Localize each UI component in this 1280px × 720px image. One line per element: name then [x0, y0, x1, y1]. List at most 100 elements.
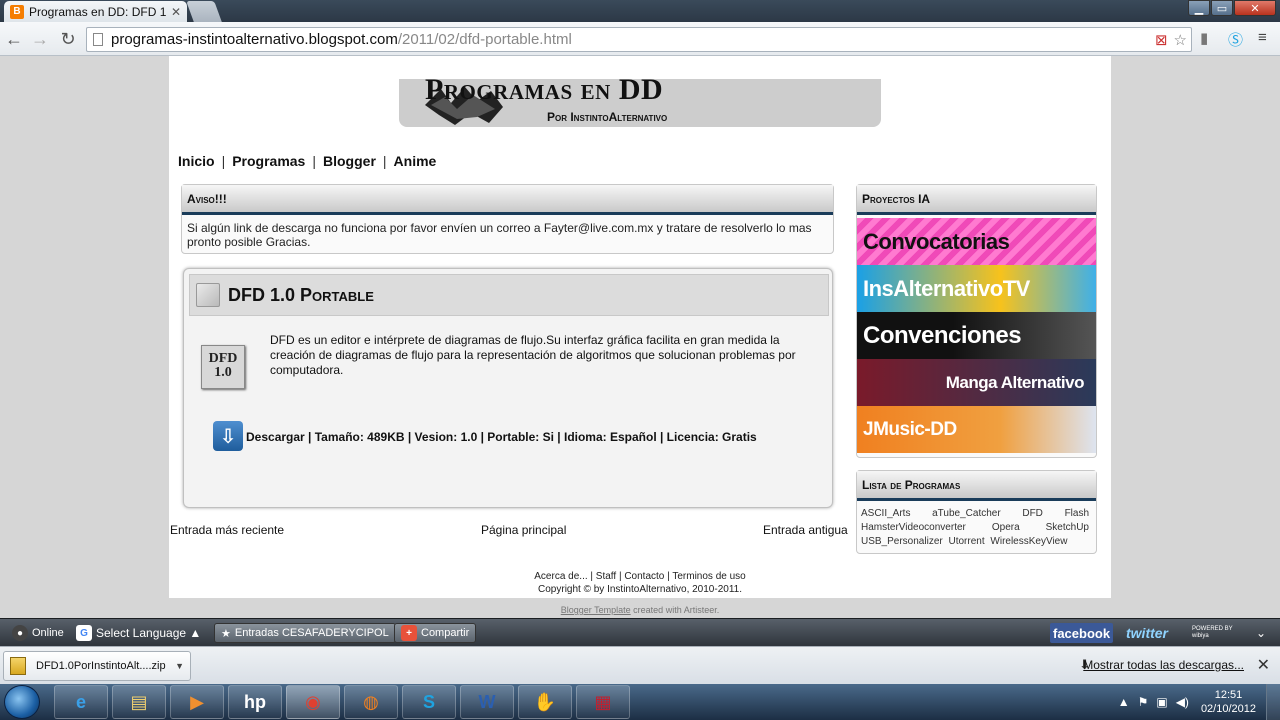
user-icon: ●	[12, 625, 28, 641]
entradas-button[interactable]: ★ Entradas CESAFADERYCIPOL	[214, 623, 396, 643]
toolbar-collapse-icon[interactable]: ⌄	[1256, 623, 1266, 643]
nav-blogger[interactable]: Blogger	[323, 153, 376, 169]
chevron-down-icon[interactable]: ▼	[175, 661, 184, 671]
program-link[interactable]: HamsterVideoconverter	[861, 522, 966, 533]
footer-contacto-link[interactable]: Contacto	[624, 571, 664, 582]
online-indicator[interactable]: ● Online	[12, 623, 64, 643]
url-path: /2011/02/dfd-portable.html	[397, 31, 572, 48]
word-icon[interactable]: W	[460, 685, 514, 719]
wibiya-toolbar: ● Online G Select Language ▲ ★ Entradas …	[0, 618, 1280, 646]
program-link[interactable]: ASCII_Arts	[861, 508, 910, 519]
promo-convenciones[interactable]: Convenciones	[857, 312, 1096, 359]
volume-icon[interactable]: ◀)	[1176, 695, 1189, 709]
program-link[interactable]: Flash	[1065, 508, 1089, 519]
nav-inicio[interactable]: Inicio	[178, 153, 215, 169]
skype-icon[interactable]: Ⓢ	[1228, 29, 1243, 50]
post: DFD 1.0 Portable DFD 1.0 DFD es un edito…	[183, 268, 833, 508]
program-link[interactable]: Opera	[992, 522, 1020, 533]
browser-toolbar: ← → ↻ programas-instintoalternativo.blog…	[0, 22, 1280, 56]
proyectos-block: Proyectos IA Convocatorias InsAlternativ…	[856, 184, 1097, 458]
firefox-icon[interactable]: ◍	[344, 685, 398, 719]
address-bar[interactable]: programas-instintoalternativo.blogspot.c…	[86, 27, 1192, 52]
show-desktop-button[interactable]	[1266, 684, 1280, 720]
home-link[interactable]: Página principal	[481, 523, 566, 537]
blocked-popup-icon[interactable]: ⊠	[1155, 31, 1168, 49]
program-link[interactable]: USB_Personalizer	[861, 536, 943, 547]
promo-manga-alternativo[interactable]: Manga Alternativo	[857, 359, 1096, 406]
aviso-text: Si algún link de descarga no funciona po…	[187, 221, 812, 249]
newer-post-link[interactable]: Entrada más reciente	[170, 523, 284, 537]
minimize-button[interactable]: ▁	[1188, 0, 1210, 16]
promo-insalternativotv[interactable]: InsAlternativoTV	[857, 265, 1096, 312]
lista-heading: Lista de Programas	[857, 471, 1096, 501]
copyright-text: Copyright © by InstintoAlternativo, 2010…	[538, 584, 742, 595]
site-title: Programas en DD	[425, 73, 664, 106]
post-description: DFD es un editor e intérprete de diagram…	[270, 333, 796, 377]
download-item[interactable]: DFD1.0PorInstintoAlt....zip ▼	[3, 651, 191, 681]
winrar-icon[interactable]: ▦	[576, 685, 630, 719]
blogger-template-link[interactable]: Blogger Template	[561, 605, 631, 615]
program-link[interactable]: Utorrent	[949, 536, 985, 547]
twitter-button[interactable]: twitter	[1126, 623, 1168, 643]
url-host: programas-instintoalternativo.blogspot.c…	[111, 31, 398, 48]
new-tab-button[interactable]	[186, 1, 222, 22]
select-language-button[interactable]: G Select Language ▲	[76, 623, 201, 643]
nav-anime[interactable]: Anime	[394, 153, 437, 169]
maximize-button[interactable]: ▭	[1211, 0, 1233, 16]
program-link[interactable]: WirelessKeyView	[990, 536, 1067, 547]
file-explorer-icon[interactable]: ▤	[112, 685, 166, 719]
download-icon[interactable]: ⇩	[213, 421, 243, 451]
reload-button[interactable]: ↻	[57, 28, 79, 50]
forward-button[interactable]: →	[29, 28, 51, 50]
program-link[interactable]: SketchUp	[1046, 522, 1089, 533]
nav-programas[interactable]: Programas	[232, 153, 305, 169]
proyectos-heading: Proyectos IA	[857, 185, 1096, 215]
promo-convocatorias[interactable]: Convocatorias	[857, 218, 1096, 265]
gimp-icon[interactable]: ✋	[518, 685, 572, 719]
internet-explorer-icon[interactable]: e	[54, 685, 108, 719]
close-shelf-icon[interactable]: ✕	[1257, 655, 1270, 675]
hp-icon[interactable]: hp	[228, 685, 282, 719]
tab-close-icon[interactable]: ✕	[171, 5, 181, 19]
download-filename: DFD1.0PorInstintoAlt....zip	[36, 660, 166, 672]
show-all-downloads-link[interactable]: Mostrar todas las descargas...	[1083, 658, 1244, 672]
close-window-button[interactable]: ✕	[1234, 0, 1276, 16]
chrome-icon[interactable]: ◉	[286, 685, 340, 719]
promo-jmusic-dd[interactable]: JMusic-DD	[857, 406, 1096, 453]
program-tag-list: ASCII_Arts aTube_Catcher DFD Flash Hamst…	[857, 501, 1096, 555]
program-link[interactable]: DFD	[1022, 508, 1043, 519]
action-center-flag-icon[interactable]: ⚑	[1138, 695, 1149, 709]
compartir-button[interactable]: + Compartir	[394, 623, 477, 643]
facebook-button[interactable]: facebook	[1050, 623, 1114, 643]
tray-expand-icon[interactable]: ▲	[1118, 695, 1130, 709]
menu-wrench-icon[interactable]: ≡	[1258, 29, 1267, 46]
start-button[interactable]	[4, 685, 40, 719]
download-info[interactable]: Descargar | Tamaño: 489KB | Vesion: 1.0 …	[246, 430, 757, 444]
powered-by-wibiya[interactable]: POWERED BY wibiya	[1192, 623, 1236, 643]
browser-tab[interactable]: B Programas en DD: DFD 1.0 ✕	[4, 1, 187, 22]
footer-staff-link[interactable]: Staff	[596, 571, 616, 582]
zip-file-icon	[10, 657, 26, 675]
program-link[interactable]: aTube_Catcher	[932, 508, 1001, 519]
media-player-icon[interactable]: ▶	[170, 685, 224, 719]
aviso-heading: Aviso!!!	[182, 185, 833, 215]
back-button[interactable]: ←	[3, 28, 25, 50]
skype-icon[interactable]: S	[402, 685, 456, 719]
nav-separator: |	[382, 153, 387, 169]
online-label: Online	[32, 627, 64, 639]
post-title[interactable]: DFD 1.0 Portable	[228, 285, 374, 306]
window-controls: ▁ ▭ ✕	[1188, 0, 1276, 16]
clock-date: 02/10/2012	[1200, 703, 1256, 715]
footer-acerca-link[interactable]: Acerca de...	[534, 571, 587, 582]
older-post-link[interactable]: Entrada antigua	[763, 523, 848, 537]
blogger-favicon-icon: B	[10, 4, 24, 19]
bookmark-star-icon[interactable]: ☆	[1174, 31, 1187, 49]
star-icon: ★	[221, 627, 231, 640]
signal-icon[interactable]: ▮	[1200, 29, 1208, 47]
select-language-label: Select Language ▲	[96, 626, 202, 640]
clock[interactable]: 12:51 02/10/2012	[1201, 688, 1256, 716]
dfd-logo: DFD 1.0	[201, 345, 245, 389]
footer-terminos-link[interactable]: Terminos de uso	[672, 571, 745, 582]
network-icon[interactable]: ▣	[1156, 695, 1167, 709]
share-plus-icon: +	[401, 625, 417, 641]
